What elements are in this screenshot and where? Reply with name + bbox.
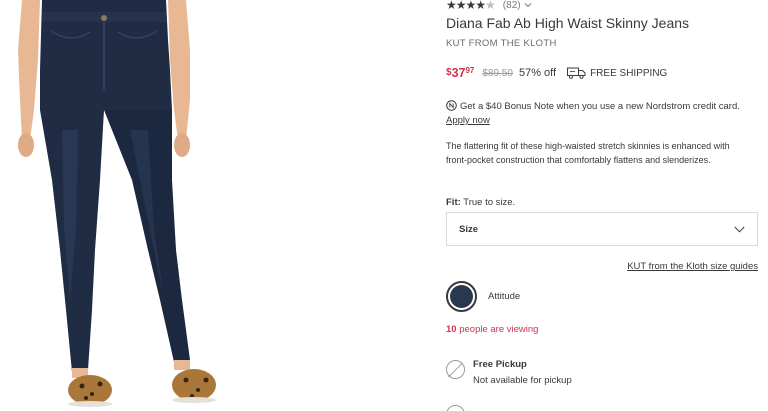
star-rating: ★★★★★: [446, 0, 496, 12]
product-title: Diana Fab Ab High Waist Skinny Jeans: [446, 15, 690, 31]
discount-percent: 57% off: [518, 67, 557, 79]
pickup-text: Free Pickup Not available for pickup: [473, 359, 572, 386]
chevron-down-icon: [734, 226, 745, 233]
review-count[interactable]: (82): [503, 0, 532, 11]
truck-icon: [567, 67, 586, 79]
size-guide-link[interactable]: KUT from the Kloth size guides: [627, 261, 758, 272]
pickup-option[interactable]: Free Pickup Not available for pickup: [446, 359, 572, 386]
color-swatch-attitude[interactable]: [446, 281, 477, 312]
bonus-note-text: Get a $40 Bonus Note when you use a new …: [460, 101, 740, 112]
fit-info: Fit: True to size.: [446, 197, 515, 208]
apply-now-link[interactable]: Apply now: [446, 115, 490, 126]
sale-price: $ 37 97: [446, 66, 474, 80]
viewing-number: 10: [446, 324, 457, 335]
viewing-count: 10 people are viewing: [446, 324, 538, 335]
size-dropdown-label: Size: [459, 223, 479, 235]
brand-name[interactable]: KUT FROM THE KLOTH: [446, 38, 557, 49]
rating-row[interactable]: ★★★★★ (82): [446, 0, 532, 12]
star-icon: ★: [485, 0, 496, 12]
color-name: Attitude: [488, 291, 521, 302]
color-swatch-fill: [450, 285, 473, 308]
product-photo-jeans: [18, 0, 216, 407]
color-swatch-row: Attitude: [446, 281, 520, 312]
fit-label: Fit:: [446, 197, 461, 208]
unavailable-icon: [446, 360, 465, 379]
original-price: $89.50: [482, 67, 513, 79]
product-image[interactable]: [0, 0, 250, 411]
bonus-note: Get a $40 Bonus Note when you use a new …: [446, 100, 758, 128]
star-icon: ★★★★: [446, 0, 486, 12]
nordstrom-note-icon: [446, 100, 457, 111]
price-whole: 37: [451, 66, 466, 80]
pickup-title: Free Pickup: [473, 359, 527, 370]
chevron-down-icon: [524, 3, 531, 8]
pickup-status: Not available for pickup: [473, 375, 572, 386]
free-shipping-text: FREE SHIPPING: [590, 67, 668, 79]
price-row: $ 37 97 $89.50 57% off FREE SHIPPING: [446, 66, 667, 80]
product-description: The flattering fit of these high-waisted…: [446, 141, 730, 165]
delivery-option-radio[interactable]: [446, 405, 465, 411]
viewing-text: people are viewing: [459, 324, 539, 335]
free-shipping: FREE SHIPPING: [567, 67, 667, 79]
size-dropdown[interactable]: Size: [446, 212, 758, 246]
price-cents: 97: [465, 66, 475, 75]
fit-value: True to size.: [463, 197, 516, 208]
review-count-text: (82): [502, 0, 521, 11]
